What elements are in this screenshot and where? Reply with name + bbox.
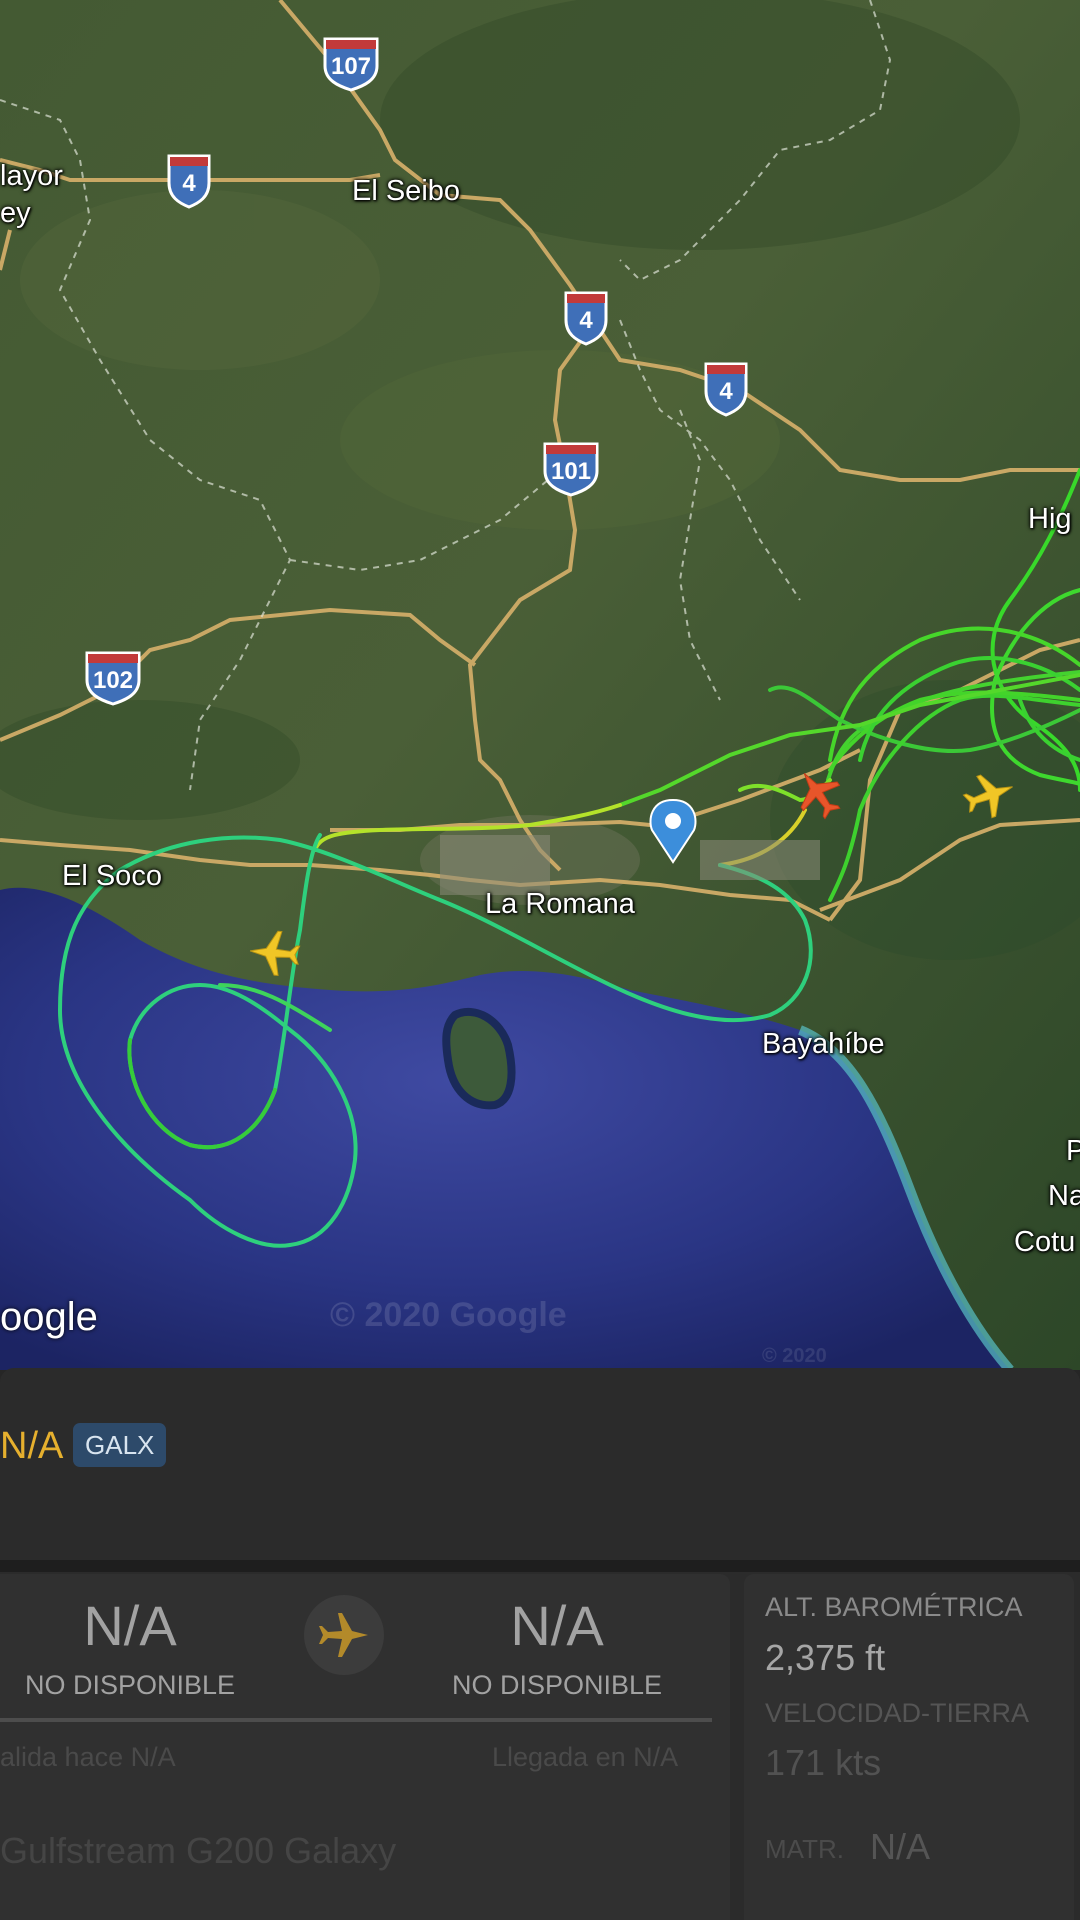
departure-time: alida hace N/A [0,1742,176,1772]
origin-status: NO DISPONIBLE [24,1670,236,1700]
place-rey: ey [0,197,31,229]
highway-number: 107 [330,53,372,80]
aircraft-type-badge: GALX [73,1423,167,1467]
arrival-time: Llegada en N/A [492,1742,679,1772]
place-higuey: Hig [1028,503,1072,535]
panel-separator [0,1560,1080,1572]
highway-number: 4 [579,307,593,334]
highway-4-shield: 4 [166,153,212,209]
map-copyright: © 2020 Google [330,1296,567,1334]
highway-101-shield: 101 [542,441,600,497]
highway-102-shield: 102 [84,650,142,706]
highway-4-shield: 4 [703,361,749,417]
map-canvas [0,0,1080,1370]
highway-107-shield: 107 [322,36,380,92]
destination-code: N/A [510,1594,604,1657]
place-el-soco: El Soco [62,860,162,892]
highway-number: 101 [550,458,592,485]
airplane-icon [319,1613,368,1657]
highway-4-shield: 4 [563,290,609,346]
registration-label: MATR. [765,1834,844,1864]
place-p: P [1066,1135,1080,1167]
flight-direction-button[interactable] [304,1595,384,1675]
registration-value: N/A [870,1826,931,1867]
altitude-value: 2,375 ft [765,1637,886,1678]
place-cotu: Cotu [1014,1226,1076,1258]
google-logo: oogle [0,1295,98,1339]
highway-number: 4 [719,378,733,405]
destination-status: NO DISPONIBLE [451,1670,663,1700]
highway-number: 102 [92,667,134,694]
origin-code: N/A [83,1594,177,1657]
route-progress-bar [0,1718,712,1722]
place-el-seibo: El Seibo [352,175,461,207]
place-na: Na [1048,1180,1080,1212]
flight-callsign: N/A [0,1425,64,1467]
place-la-romana: La Romana [485,888,635,920]
place-bayahibe: Bayahíbe [762,1028,885,1060]
map-copyright-secondary: © 2020 [762,1345,827,1367]
aircraft-model: Gulfstream G200 Galaxy [0,1830,397,1871]
speed-label: VELOCIDAD-TIERRA [765,1698,1030,1728]
flight-map[interactable]: layor ey El Seibo Hig El Soco La Romana … [0,0,1080,1370]
place-mayor: layor [0,160,63,192]
altitude-label: ALT. BAROMÉTRICA [765,1592,1023,1622]
highway-number: 4 [182,170,196,197]
speed-value: 171 kts [765,1742,882,1783]
